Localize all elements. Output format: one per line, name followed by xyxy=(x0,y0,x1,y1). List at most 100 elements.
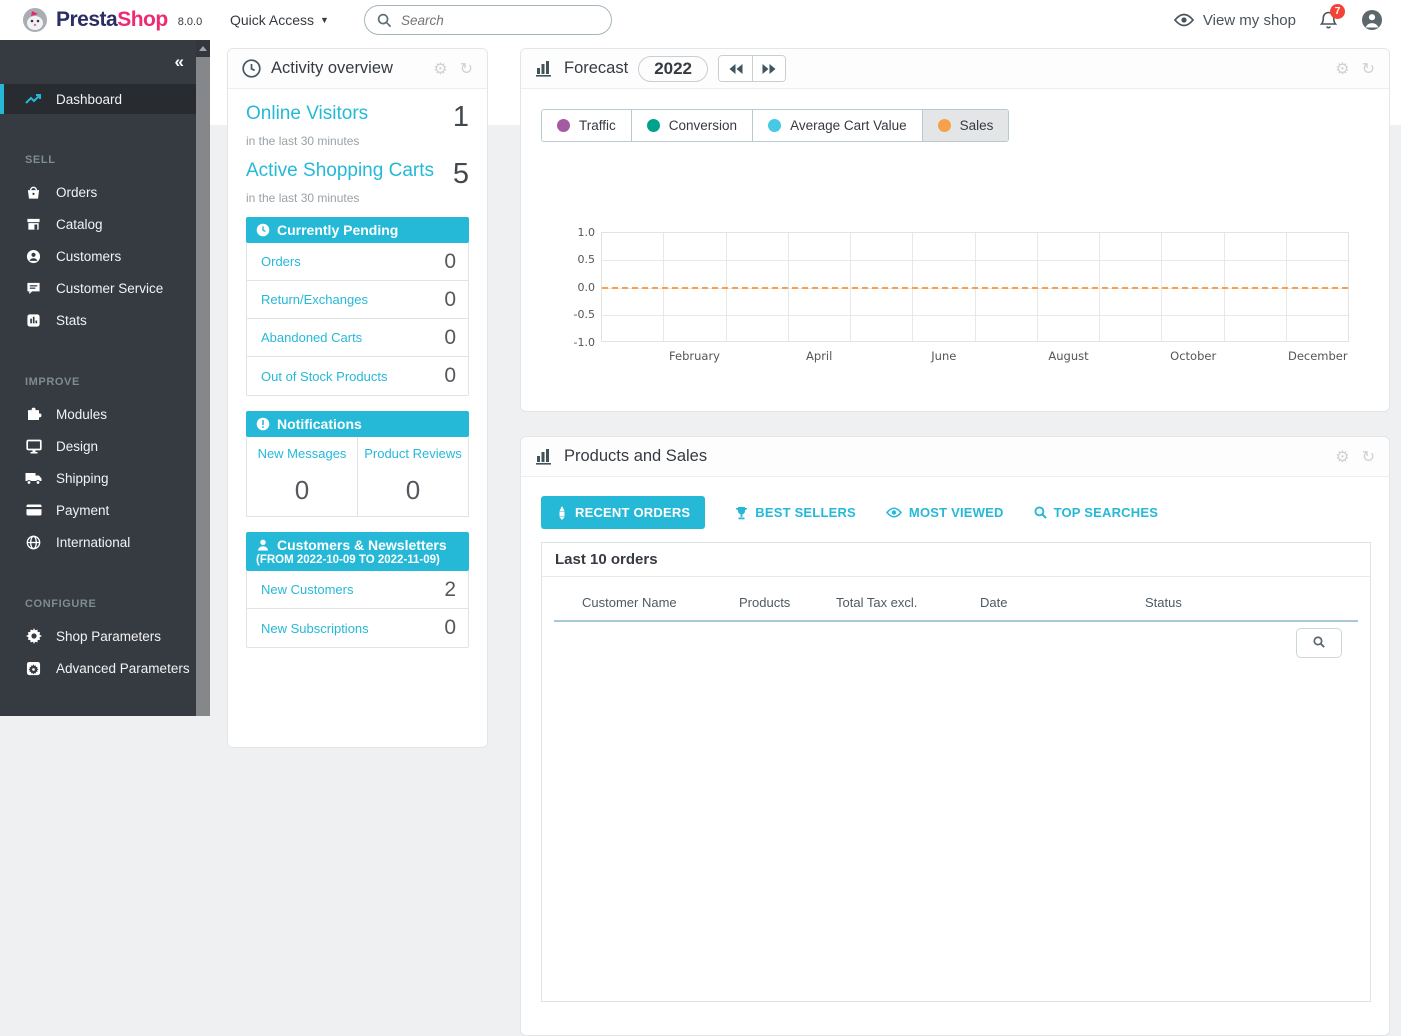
sidebar-section-configure: CONFIGURE xyxy=(0,580,210,620)
x-tick: April xyxy=(806,349,832,363)
abandoned-carts-count: 0 xyxy=(444,326,456,350)
sidebar-collapse-button[interactable]: « xyxy=(175,52,182,72)
tab-sales-label: Sales xyxy=(960,118,994,133)
panel-refresh-icon[interactable]: ↻ xyxy=(1362,59,1375,79)
sidebar-item-label: Advanced Parameters xyxy=(56,661,190,676)
clock-icon xyxy=(242,59,261,78)
new-customers-row: New Customers 2 xyxy=(247,571,468,609)
store-icon xyxy=(25,217,42,232)
online-visitors-subtitle: in the last 30 minutes xyxy=(246,134,469,148)
column-products: Products xyxy=(739,595,836,610)
panel-settings-icon[interactable]: ⚙ xyxy=(1335,447,1349,467)
pending-row-returns: Return/Exchanges 0 xyxy=(247,281,468,319)
tab-sales[interactable]: Sales xyxy=(922,110,1009,141)
tab-conversion-label: Conversion xyxy=(669,118,737,133)
global-search[interactable] xyxy=(364,5,612,35)
new-customers-count: 2 xyxy=(444,578,456,602)
x-tick: October xyxy=(1170,349,1216,363)
sidebar-item-label: Customer Service xyxy=(56,281,163,296)
chat-bubble-icon xyxy=(25,281,42,296)
panel-refresh-icon[interactable]: ↻ xyxy=(1362,447,1375,467)
order-details-button[interactable] xyxy=(1296,628,1342,658)
pending-row-orders: Orders 0 xyxy=(247,243,468,281)
orders-link[interactable]: Orders xyxy=(261,254,301,269)
sidebar-item-shop-parameters[interactable]: Shop Parameters xyxy=(0,620,210,652)
chart-icon xyxy=(535,60,554,77)
tab-most-viewed[interactable]: MOST VIEWED xyxy=(886,505,1004,520)
eye-icon xyxy=(1174,13,1194,27)
sidebar-item-label: Dashboard xyxy=(56,92,122,107)
trending-up-icon xyxy=(25,93,42,105)
sales-series-line xyxy=(602,287,1348,289)
sidebar-item-design[interactable]: Design xyxy=(0,430,210,462)
sidebar-item-payment[interactable]: Payment xyxy=(0,494,210,526)
traffic-dot-icon xyxy=(557,119,570,132)
sidebar-item-modules[interactable]: Modules xyxy=(0,398,210,430)
user-avatar[interactable] xyxy=(1361,9,1383,31)
sidebar-item-catalog[interactable]: Catalog xyxy=(0,208,210,240)
sidebar-item-label: Payment xyxy=(56,503,109,518)
brand-wordmark: PrestaShop xyxy=(56,8,168,32)
tab-traffic-label: Traffic xyxy=(579,118,616,133)
sidebar-item-orders[interactable]: Orders xyxy=(0,176,210,208)
new-subscriptions-row: New Subscriptions 0 xyxy=(247,609,468,647)
next-year-button[interactable] xyxy=(752,56,785,81)
scrollbar-up-button[interactable] xyxy=(196,40,210,57)
quick-access-dropdown[interactable]: Quick Access ▼ xyxy=(230,12,329,28)
abandoned-carts-link[interactable]: Abandoned Carts xyxy=(261,330,362,345)
sidebar-scrollbar[interactable] xyxy=(196,40,210,716)
sidebar-item-label: Catalog xyxy=(56,217,103,232)
products-sales-panel: Products and Sales ⚙ ↻ RECENT ORDERS BES… xyxy=(520,436,1390,1036)
tab-top-searches-label: TOP SEARCHES xyxy=(1054,505,1159,520)
product-reviews-link[interactable]: Product Reviews xyxy=(364,446,462,461)
alert-icon xyxy=(256,417,270,431)
active-carts-link[interactable]: Active Shopping Carts xyxy=(246,160,434,182)
tab-recent-orders[interactable]: RECENT ORDERS xyxy=(541,496,705,529)
products-sales-title: Products and Sales xyxy=(564,447,707,466)
tab-best-sellers[interactable]: BEST SELLERS xyxy=(735,505,856,520)
tab-average-cart-value[interactable]: Average Cart Value xyxy=(752,110,922,141)
search-input[interactable] xyxy=(401,13,581,28)
sidebar-item-customer-service[interactable]: Customer Service xyxy=(0,272,210,304)
returns-link[interactable]: Return/Exchanges xyxy=(261,292,368,307)
sidebar-item-international[interactable]: International xyxy=(0,526,210,558)
x-tick: August xyxy=(1048,349,1088,363)
tab-top-searches[interactable]: TOP SEARCHES xyxy=(1034,505,1159,520)
tab-conversion[interactable]: Conversion xyxy=(631,110,752,141)
sidebar-item-shipping[interactable]: Shipping xyxy=(0,462,210,494)
monitor-icon xyxy=(25,439,42,454)
panel-settings-icon[interactable]: ⚙ xyxy=(1335,59,1349,79)
last-orders-section: Last 10 orders Customer Name Products To… xyxy=(541,542,1371,1002)
activity-overview-panel: Activity overview ⚙ ↻ Online Visitors 1 … xyxy=(227,48,488,748)
trophy-icon xyxy=(735,506,748,520)
sidebar-item-customers[interactable]: Customers xyxy=(0,240,210,272)
returns-count: 0 xyxy=(444,288,456,312)
truck-icon xyxy=(25,472,42,485)
out-of-stock-link[interactable]: Out of Stock Products xyxy=(261,369,387,384)
sidebar-item-stats[interactable]: Stats xyxy=(0,304,210,336)
sidebar-section-sell: SELL xyxy=(0,136,210,176)
out-of-stock-count: 0 xyxy=(444,364,456,388)
y-tick: 0.0 xyxy=(561,281,595,294)
panel-refresh-icon[interactable]: ↻ xyxy=(460,59,473,79)
previous-year-button[interactable] xyxy=(719,56,752,81)
credit-card-icon xyxy=(25,504,42,516)
new-messages-count: 0 xyxy=(247,475,357,506)
new-messages-link[interactable]: New Messages xyxy=(258,446,347,461)
customers-date-range: (FROM 2022-10-09 TO 2022-11-09) xyxy=(256,554,459,566)
online-visitors-link[interactable]: Online Visitors xyxy=(246,103,368,125)
sidebar-item-dashboard[interactable]: Dashboard xyxy=(0,84,210,114)
panel-settings-icon[interactable]: ⚙ xyxy=(433,59,447,79)
new-customers-link[interactable]: New Customers xyxy=(261,582,353,597)
person-icon xyxy=(256,538,270,552)
column-status: Status xyxy=(1145,595,1358,610)
column-customer-name: Customer Name xyxy=(582,595,739,610)
notifications-bell[interactable]: 7 xyxy=(1320,11,1337,30)
x-tick: February xyxy=(669,349,720,363)
sidebar-item-label: Customers xyxy=(56,249,121,264)
sidebar-item-advanced-parameters[interactable]: Advanced Parameters xyxy=(0,652,210,684)
prestashop-logo[interactable]: PrestaShop 8.0.0 xyxy=(0,7,225,33)
view-my-shop-link[interactable]: View my shop xyxy=(1174,12,1296,29)
new-subscriptions-link[interactable]: New Subscriptions xyxy=(261,621,369,636)
tab-traffic[interactable]: Traffic xyxy=(542,110,631,141)
